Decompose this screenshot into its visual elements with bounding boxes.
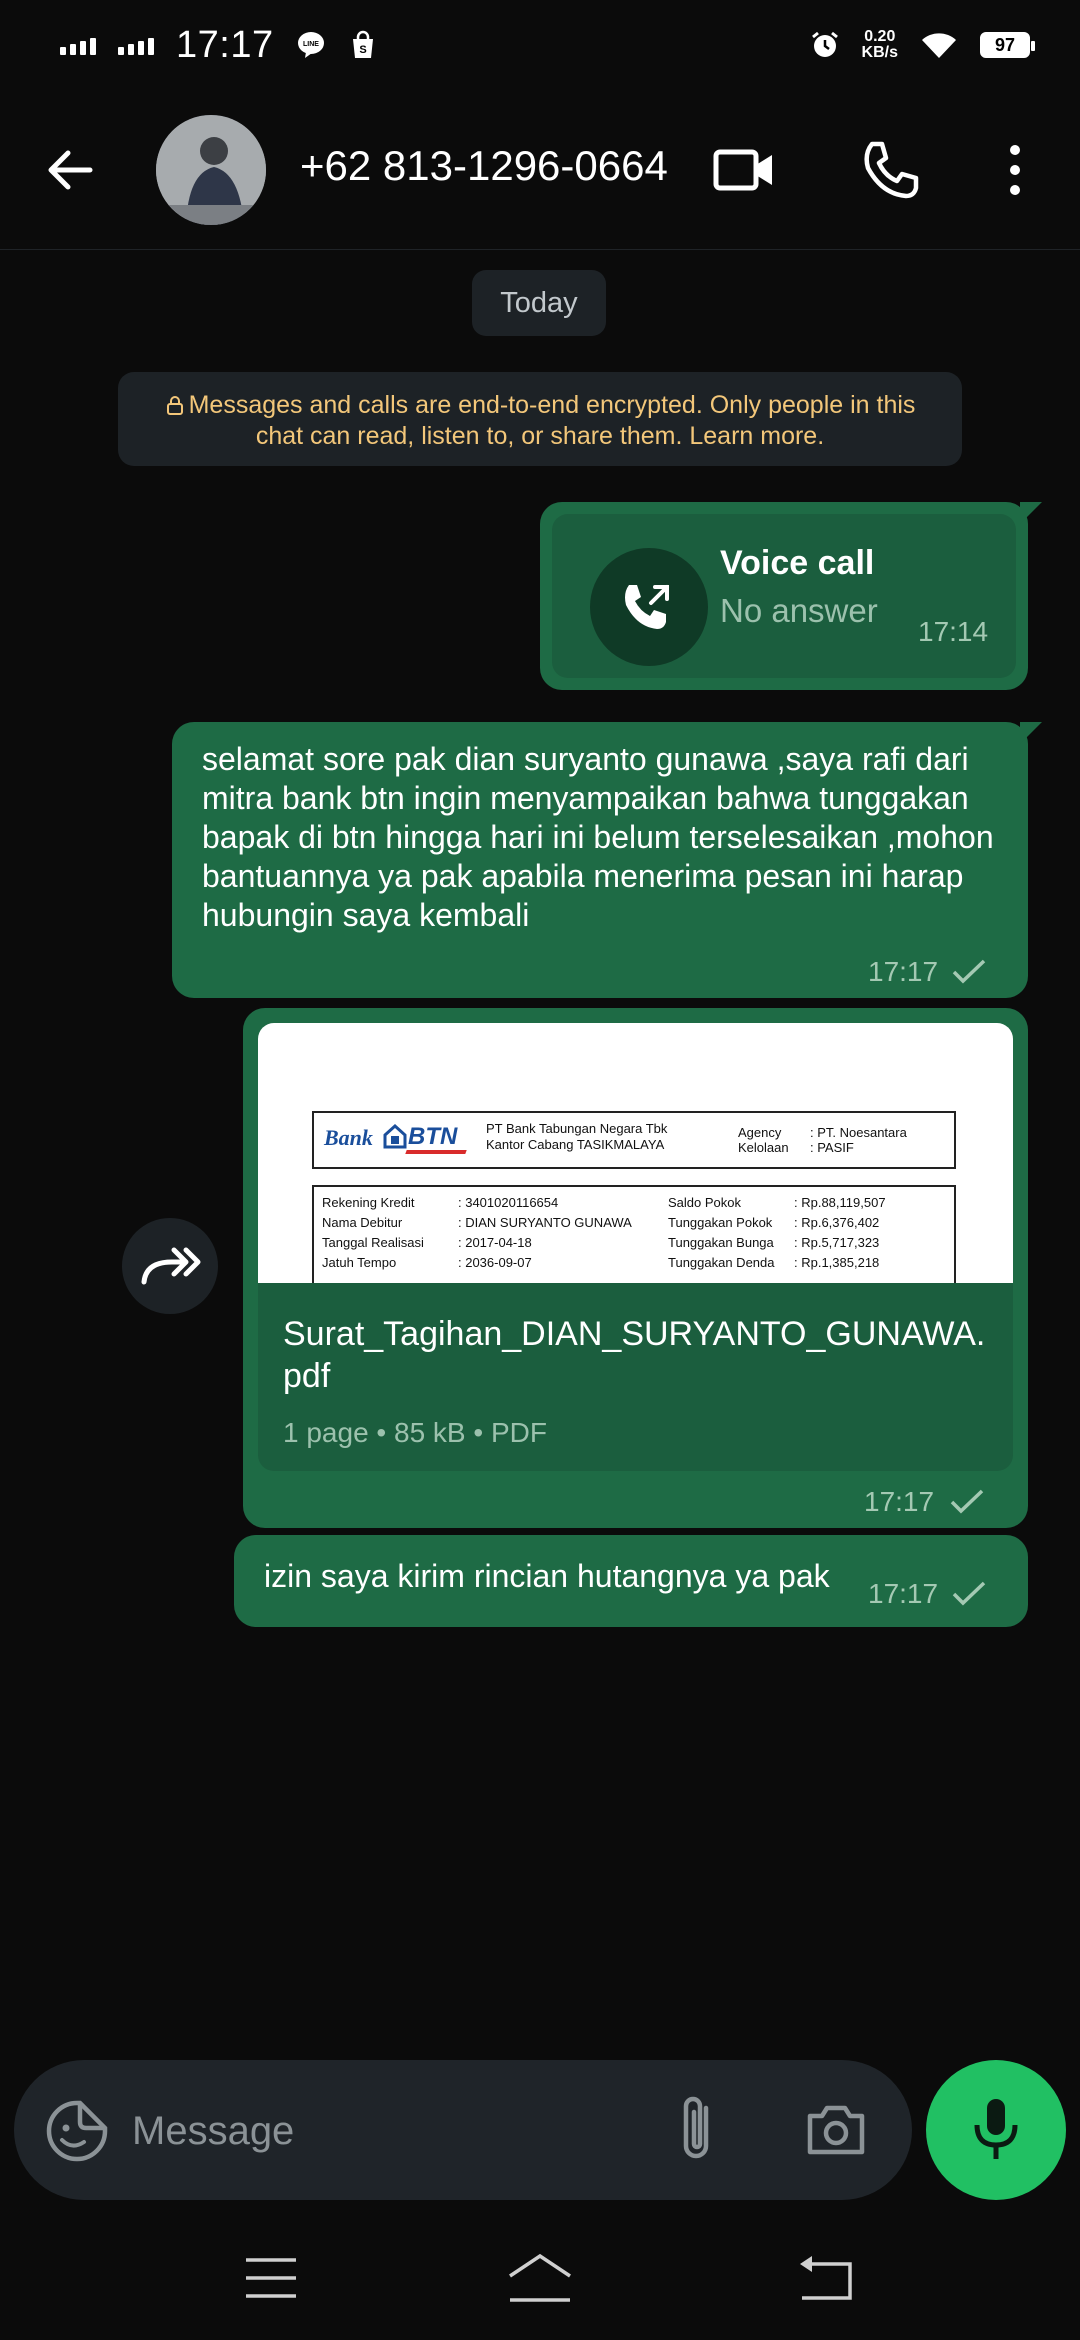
sticker-icon[interactable] xyxy=(44,2098,110,2164)
preview-row-value: : DIAN SURYANTO GUNAWA xyxy=(458,1215,632,1230)
more-vertical-icon[interactable] xyxy=(995,138,1035,202)
document-file-name: Surat_Tagihan_DIAN_SURYANTO_GUNAWA.pdf xyxy=(283,1315,986,1395)
camera-icon[interactable] xyxy=(804,2098,868,2162)
status-time: 17:17 xyxy=(176,23,274,66)
battery-indicator: 97 xyxy=(980,32,1035,58)
svg-text:S: S xyxy=(359,44,366,56)
preview-bank-brand: BTN xyxy=(408,1123,458,1150)
status-bar: 17:17 LINE S 0.20 KB/s 97 xyxy=(0,0,1080,90)
preview-kelolaan-label: Kelolaan xyxy=(738,1140,789,1155)
back-arrow-icon[interactable] xyxy=(40,140,100,200)
contact-avatar[interactable] xyxy=(156,115,266,225)
paperclip-icon[interactable] xyxy=(670,2094,726,2166)
microphone-icon xyxy=(974,2099,1018,2159)
message-time: 17:17 xyxy=(868,956,939,987)
message-time: 17:17 xyxy=(868,1578,939,1609)
message-composer xyxy=(14,2060,912,2200)
voice-call-time: 17:14 xyxy=(918,616,989,647)
preview-row-value: : Rp.5,717,323 xyxy=(794,1235,880,1250)
document-info[interactable]: Surat_Tagihan_DIAN_SURYANTO_GUNAWA.pdf 1… xyxy=(258,1283,1013,1471)
encryption-notice-text: Messages and calls are end-to-end encryp… xyxy=(188,391,916,450)
preview-row-label: Tunggakan Bunga xyxy=(668,1235,774,1250)
preview-row-label: Nama Debitur xyxy=(322,1215,403,1230)
voice-call-title: Voice call xyxy=(720,544,875,582)
preview-row-label: Saldo Pokok xyxy=(668,1195,741,1210)
preview-agency-label: Agency xyxy=(738,1125,782,1140)
btn-logo-icon xyxy=(383,1123,407,1149)
voice-call-status: No answer xyxy=(720,592,878,629)
recent-apps-icon[interactable] xyxy=(244,2256,298,2300)
sent-check-icon xyxy=(952,1581,986,1606)
line-app-icon: LINE xyxy=(297,32,324,58)
document-preview[interactable]: Bank BTN PT Bank Tabungan Negara Tbk Kan… xyxy=(258,1023,1013,1283)
phone-icon[interactable] xyxy=(858,138,922,202)
voice-record-button[interactable] xyxy=(926,2060,1066,2200)
video-camera-icon[interactable] xyxy=(712,138,776,202)
contact-name[interactable]: +62 813-1296-0664 xyxy=(300,142,668,190)
encryption-notice[interactable]: Messages and calls are end-to-end encryp… xyxy=(118,372,962,466)
preview-row-value: : 2036-09-07 xyxy=(458,1255,532,1270)
preview-row-label: Tunggakan Denda xyxy=(668,1255,775,1270)
preview-kelolaan-value: : PASIF xyxy=(810,1140,854,1155)
preview-row-label: Rekening Kredit xyxy=(322,1195,415,1210)
document-meta: 1 page • 85 kB • PDF xyxy=(283,1417,547,1448)
date-divider: Today xyxy=(472,270,606,336)
forward-icon xyxy=(141,1247,201,1285)
preview-row-label: Tanggal Realisasi xyxy=(322,1235,424,1250)
lock-icon xyxy=(166,396,183,415)
preview-row-label: Tunggakan Pokok xyxy=(668,1215,773,1230)
forward-button[interactable] xyxy=(122,1218,218,1314)
message-input[interactable] xyxy=(130,2090,654,2172)
preview-bank-word: Bank xyxy=(324,1125,373,1150)
svg-text:LINE: LINE xyxy=(303,41,319,48)
shopping-bag-icon: S xyxy=(352,30,373,58)
preview-row-label: Jatuh Tempo xyxy=(322,1255,397,1270)
sent-check-icon xyxy=(950,1489,984,1514)
signal-strength-2-icon xyxy=(118,35,154,55)
signal-strength-icon xyxy=(60,35,96,55)
alarm-icon xyxy=(811,31,838,57)
preview-org-line-2: Kantor Cabang TASIKMALAYA xyxy=(486,1137,665,1152)
document-message[interactable]: Bank BTN PT Bank Tabungan Negara Tbk Kan… xyxy=(243,1008,1028,1528)
preview-row-value: : Rp.88,119,507 xyxy=(794,1195,886,1210)
preview-org-line-1: PT Bank Tabungan Negara Tbk xyxy=(486,1121,668,1136)
outgoing-call-icon xyxy=(590,548,708,666)
wifi-icon xyxy=(922,33,956,58)
chat-header: +62 813-1296-0664 xyxy=(0,90,1080,250)
message-text: izin saya kirim rincian hutangnya ya pak xyxy=(264,1558,830,1594)
preview-row-value: : 2017-04-18 xyxy=(458,1235,532,1250)
preview-agency-value: : PT. Noesantara xyxy=(810,1125,907,1140)
preview-row-value: : Rp.1,385,218 xyxy=(794,1255,880,1270)
preview-row-value: : 3401020116654 xyxy=(458,1195,559,1210)
network-speed: 0.20 KB/s xyxy=(861,28,898,61)
document-time: 17:17 xyxy=(864,1486,935,1517)
preview-row-value: : Rp.6,376,402 xyxy=(794,1215,880,1230)
back-nav-icon[interactable] xyxy=(794,2254,854,2302)
message-text: selamat sore pak dian suryanto gunawa ,s… xyxy=(202,741,994,933)
sent-check-icon xyxy=(952,959,986,984)
home-icon[interactable] xyxy=(506,2252,574,2304)
